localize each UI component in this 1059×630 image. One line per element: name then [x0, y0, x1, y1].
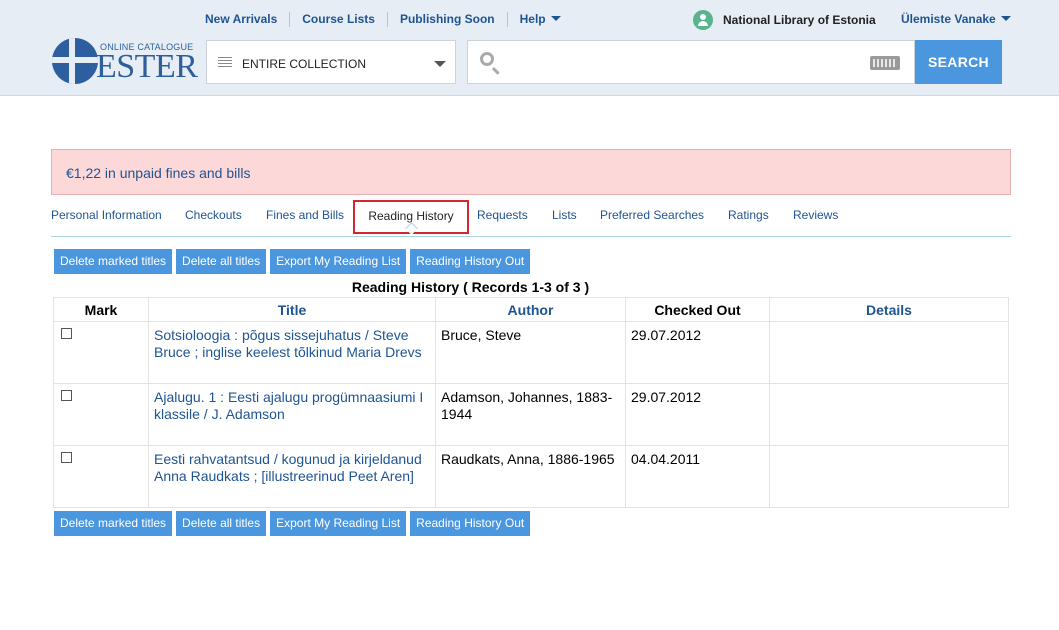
details-cell — [769, 445, 1009, 508]
table-row: Eesti rahvatantsud / kogunud ja kirjelda… — [53, 445, 1009, 508]
mark-checkbox[interactable] — [61, 390, 72, 401]
branch-name: Ülemiste Vanake — [901, 12, 996, 26]
top-nav: New Arrivals Course Lists Publishing Soo… — [205, 12, 573, 27]
nav-new-arrivals[interactable]: New Arrivals — [205, 12, 289, 27]
tab-lists[interactable]: Lists — [552, 208, 577, 222]
details-cell — [769, 383, 1009, 446]
table-row: Sotsioloogia : põgus sissejuhatus / Stev… — [53, 321, 1009, 384]
author-cell: Raudkats, Anna, 1886-1965 — [435, 445, 626, 508]
col-author[interactable]: Author — [435, 297, 626, 322]
search-button[interactable]: SEARCH — [915, 40, 1002, 84]
delete-all-button[interactable]: Delete all titles — [176, 249, 267, 274]
mark-cell — [53, 321, 149, 384]
nav-course-lists[interactable]: Course Lists — [289, 12, 387, 27]
title-cell: Ajalugu. 1 : Eesti ajalugu progümnaasium… — [148, 383, 436, 446]
keyboard-icon[interactable] — [870, 56, 900, 70]
author-cell: Bruce, Steve — [435, 321, 626, 384]
delete-marked-button[interactable]: Delete marked titles — [54, 249, 173, 274]
chevron-down-icon — [434, 61, 446, 67]
globe-logo-icon — [52, 38, 98, 84]
tab-checkouts[interactable]: Checkouts — [185, 208, 242, 222]
title-link[interactable]: Ajalugu. 1 : Eesti ajalugu progümnaasium… — [154, 389, 423, 422]
table-row: Ajalugu. 1 : Eesti ajalugu progümnaasium… — [53, 383, 1009, 446]
mark-checkbox[interactable] — [61, 328, 72, 339]
mark-cell — [53, 383, 149, 446]
title-cell: Sotsioloogia : põgus sissejuhatus / Stev… — [148, 321, 436, 384]
records-count: Reading History ( Records 1-3 of 3 ) — [351, 279, 590, 295]
delete-all-button[interactable]: Delete all titles — [176, 511, 267, 536]
search-icon — [480, 52, 494, 66]
branch-selector[interactable]: Ülemiste Vanake — [901, 12, 1011, 26]
search-input[interactable] — [508, 49, 852, 77]
search-box — [467, 40, 915, 84]
reading-history-out-button[interactable]: Reading History Out — [410, 511, 531, 536]
collection-select[interactable]: ENTIRE COLLECTION — [206, 40, 456, 84]
tab-reading-history[interactable]: Reading History — [353, 200, 469, 234]
tab-preferred-searches[interactable]: Preferred Searches — [600, 208, 704, 222]
nav-help[interactable]: Help — [506, 12, 573, 27]
library-account[interactable]: National Library of Estonia — [693, 10, 876, 30]
export-reading-list-button[interactable]: Export My Reading List — [270, 249, 407, 274]
title-cell: Eesti rahvatantsud / kogunud ja kirjelda… — [148, 445, 436, 508]
table-header-row: Mark Title Author Checked Out Details — [53, 297, 1009, 322]
action-buttons-bottom: Delete marked titles Delete all titles E… — [54, 511, 534, 536]
col-mark: Mark — [53, 297, 149, 322]
author-cell: Adamson, Johannes, 1883-1944 — [435, 383, 626, 446]
checked-out-cell: 29.07.2012 — [625, 383, 770, 446]
account-tabs: Personal Information Checkouts Fines and… — [51, 200, 1011, 237]
tab-reviews[interactable]: Reviews — [793, 208, 838, 222]
chevron-down-icon — [550, 16, 561, 21]
mark-cell — [53, 445, 149, 508]
action-buttons-top: Delete marked titles Delete all titles E… — [54, 249, 534, 274]
title-link[interactable]: Eesti rahvatantsud / kogunud ja kirjelda… — [154, 451, 422, 484]
export-reading-list-button[interactable]: Export My Reading List — [270, 511, 407, 536]
user-icon — [693, 10, 713, 30]
col-title[interactable]: Title — [148, 297, 436, 322]
delete-marked-button[interactable]: Delete marked titles — [54, 511, 173, 536]
checked-out-cell: 29.07.2012 — [625, 321, 770, 384]
header: New Arrivals Course Lists Publishing Soo… — [0, 0, 1059, 96]
checked-out-cell: 04.04.2011 — [625, 445, 770, 508]
details-cell — [769, 321, 1009, 384]
reading-history-table: Mark Title Author Checked Out Details So… — [53, 297, 1009, 508]
table-caption: Reading History ( Records 1-3 of 3 ) — [0, 279, 1059, 295]
tab-requests[interactable]: Requests — [477, 208, 528, 222]
title-link[interactable]: Sotsioloogia : põgus sissejuhatus / Stev… — [154, 327, 422, 360]
chevron-down-icon — [1000, 16, 1011, 21]
tab-personal-information[interactable]: Personal Information — [51, 208, 162, 222]
fines-alert[interactable]: €1,22 in unpaid fines and bills — [51, 149, 1011, 195]
mark-checkbox[interactable] — [61, 452, 72, 463]
reading-history-out-button[interactable]: Reading History Out — [410, 249, 531, 274]
tab-ratings[interactable]: Ratings — [728, 208, 769, 222]
collection-label: ENTIRE COLLECTION — [242, 57, 367, 71]
col-details[interactable]: Details — [769, 297, 1009, 322]
col-checked-out: Checked Out — [625, 297, 770, 322]
nav-help-label: Help — [519, 12, 546, 26]
library-name: National Library of Estonia — [723, 13, 876, 27]
logo-title: ESTER — [96, 48, 198, 85]
ester-logo[interactable]: ONLINE CATALOGUE ESTER — [52, 38, 202, 88]
list-icon — [218, 57, 232, 69]
nav-publishing-soon[interactable]: Publishing Soon — [386, 12, 507, 27]
tab-fines-and-bills[interactable]: Fines and Bills — [266, 208, 344, 222]
